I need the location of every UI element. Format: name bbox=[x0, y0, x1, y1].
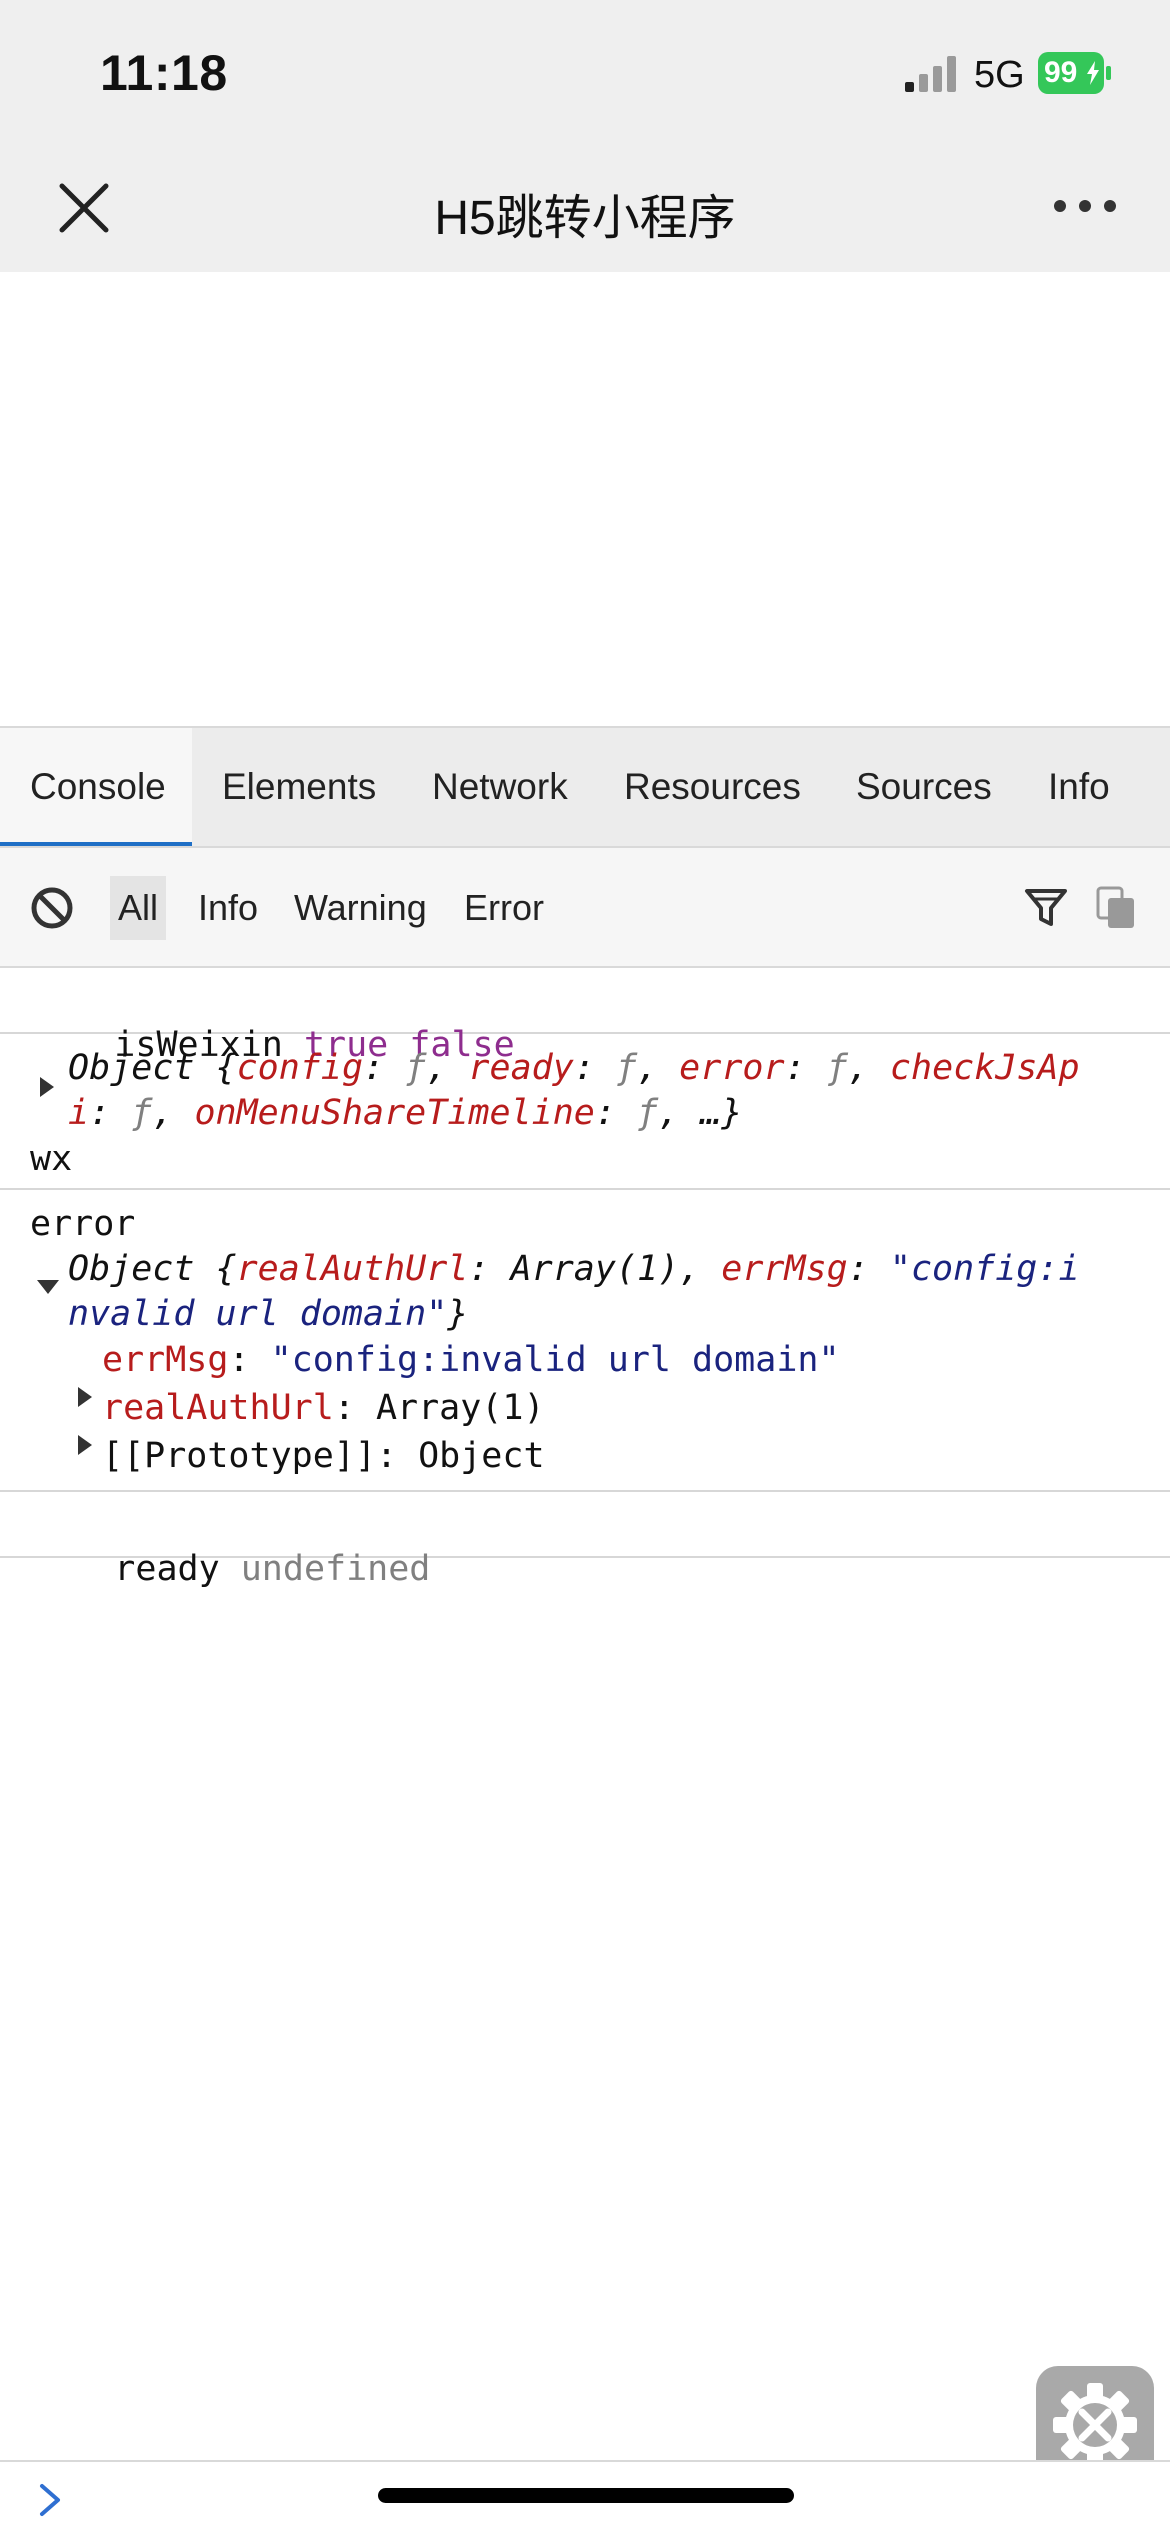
console-toolbar: All Info Warning Error bbox=[0, 848, 1170, 968]
tab-network[interactable]: Network bbox=[402, 728, 598, 846]
expand-arrow-icon[interactable] bbox=[78, 1387, 92, 1407]
filter-error[interactable]: Error bbox=[456, 876, 552, 940]
filter-all[interactable]: All bbox=[110, 876, 167, 940]
copy-icon[interactable] bbox=[1096, 886, 1136, 930]
web-content-area bbox=[0, 272, 1170, 726]
log-entry: isWeixin true false bbox=[0, 968, 1170, 1065]
clear-icon[interactable] bbox=[30, 886, 74, 930]
collapse-arrow-icon[interactable] bbox=[37, 1280, 59, 1294]
expand-arrow-icon[interactable] bbox=[40, 1077, 54, 1097]
log-text: error bbox=[30, 1204, 136, 1244]
log-entry: error Object {realAuthUrl: Array(1), err… bbox=[0, 1190, 1170, 1492]
tab-info[interactable]: Info bbox=[1018, 728, 1140, 846]
object-summary[interactable]: Object {config: ƒ, ready: ƒ, error: ƒ, c… bbox=[68, 1046, 1080, 1091]
more-icon[interactable] bbox=[1050, 190, 1120, 222]
signal-icon bbox=[905, 56, 956, 92]
page-title: H5跳转小程序 bbox=[434, 192, 736, 245]
tab-console[interactable]: Console bbox=[0, 728, 192, 846]
log-value: undefined bbox=[240, 1549, 431, 1589]
object-summary-cont: i: ƒ, onMenuShareTimeline: ƒ, …} bbox=[68, 1093, 743, 1133]
filter-warning[interactable]: Warning bbox=[286, 876, 435, 940]
log-entry: Object {config: ƒ, ready: ƒ, error: ƒ, c… bbox=[0, 1034, 1170, 1190]
devtools-tabs: Console Elements Network Resources Sourc… bbox=[0, 726, 1170, 848]
log-text: wx bbox=[30, 1139, 73, 1179]
object-property: errMsg: "config:invalid url domain" bbox=[102, 1340, 840, 1380]
battery-level: 99 bbox=[1044, 56, 1078, 89]
object-property[interactable]: realAuthUrl: Array(1) bbox=[102, 1386, 545, 1431]
log-text: ready bbox=[114, 1549, 220, 1589]
charging-bolt-icon bbox=[1087, 61, 1099, 85]
log-entry: ready undefined bbox=[0, 1492, 1170, 1589]
chevron-right-icon bbox=[40, 2484, 60, 2516]
status-bar: 11:18 5G 99 bbox=[0, 0, 1170, 140]
object-summary-cont: nvalid url domain"} bbox=[68, 1294, 469, 1334]
expand-arrow-icon[interactable] bbox=[78, 1435, 92, 1455]
nav-bar: H5跳转小程序 bbox=[0, 140, 1170, 272]
filter-icon[interactable] bbox=[1024, 886, 1068, 930]
tab-sources[interactable]: Sources bbox=[826, 728, 1022, 846]
home-indicator bbox=[378, 2488, 794, 2503]
network-label: 5G bbox=[974, 54, 1025, 96]
tab-resources[interactable]: Resources bbox=[594, 728, 831, 846]
object-summary[interactable]: Object {realAuthUrl: Array(1), errMsg: "… bbox=[68, 1247, 1080, 1292]
filter-info[interactable]: Info bbox=[190, 876, 266, 940]
battery-icon: 99 bbox=[1038, 52, 1112, 94]
status-time: 11:18 bbox=[100, 45, 228, 101]
object-property[interactable]: [[Prototype]]: Object bbox=[102, 1434, 545, 1479]
tab-elements[interactable]: Elements bbox=[192, 728, 406, 846]
